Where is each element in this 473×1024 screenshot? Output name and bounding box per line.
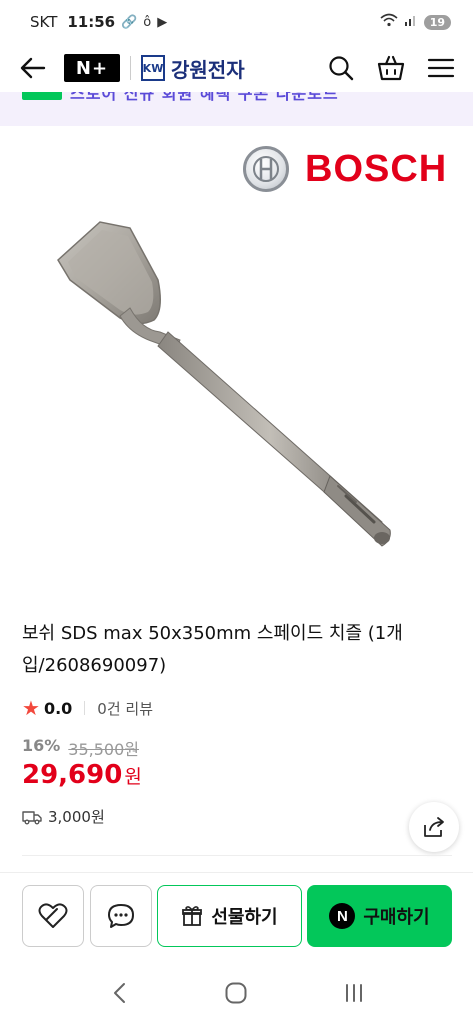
- store-logo: KW: [141, 55, 165, 81]
- signal-icon: [404, 13, 418, 31]
- product-image[interactable]: [30, 200, 430, 580]
- link-icon: 🔗: [121, 14, 138, 30]
- original-price-row: 16% 35,500원: [22, 736, 139, 760]
- home-circle-icon: [225, 982, 247, 1004]
- talk-talk-button[interactable]: [90, 885, 152, 947]
- wifi-icon: [380, 13, 398, 31]
- buy-label: 구매하기: [363, 907, 430, 928]
- nav-back-button[interactable]: [99, 973, 139, 1013]
- promo-badge: [22, 92, 62, 100]
- search-icon: [329, 56, 354, 81]
- product-title: 보쉬 SDS max 50x350mm 스페이드 치즐 (1개입/2608690…: [22, 623, 403, 676]
- section-divider: [22, 855, 452, 856]
- sale-price: 29,690: [22, 760, 123, 790]
- chat-bubble-icon: [108, 904, 134, 928]
- share-button[interactable]: [409, 802, 459, 852]
- shopping-bag-icon: [377, 55, 405, 81]
- brand-logo: BOSCH: [243, 146, 447, 192]
- store-name[interactable]: 강원전자: [171, 54, 245, 83]
- promo-banner[interactable]: 스토어 신규 회원 혜택 쿠폰 다운로드: [0, 92, 473, 126]
- promo-text: 스토어 신규 회원 혜택 쿠폰 다운로드: [70, 92, 339, 103]
- review-count[interactable]: 0건 리뷰: [97, 698, 153, 719]
- gift-label: 선물하기: [211, 907, 278, 928]
- rating-value: 0.0: [43, 698, 73, 718]
- nav-recents-button[interactable]: [334, 973, 374, 1013]
- discount-rate: 16%: [22, 736, 61, 755]
- arrow-left-icon: [20, 57, 46, 79]
- truck-icon: [22, 810, 42, 824]
- search-button[interactable]: [327, 54, 355, 82]
- app-header: N+ KW 강원전자: [0, 44, 473, 92]
- shipping-fee: 3,000원: [48, 808, 105, 826]
- chevron-left-icon: [113, 983, 125, 1003]
- notification-icon: ô: [143, 14, 152, 30]
- naver-pay-icon: N: [329, 903, 356, 929]
- brand-name: BOSCH: [305, 147, 448, 190]
- back-button[interactable]: [18, 53, 48, 83]
- hamburger-icon: [427, 58, 455, 78]
- shipping-row: 3,000원: [22, 806, 105, 827]
- purchase-action-bar: 선물하기 N 구매하기: [0, 872, 473, 962]
- battery-indicator: 19: [423, 14, 451, 30]
- wishlist-button[interactable]: [22, 885, 84, 947]
- recents-icon: [346, 984, 363, 1002]
- gift-icon: [182, 906, 203, 926]
- currency-unit: 원: [124, 766, 142, 788]
- share-icon: [424, 817, 444, 837]
- gift-button[interactable]: 선물하기: [157, 885, 302, 947]
- clock: 11:56: [67, 13, 116, 31]
- star-icon: ★: [22, 696, 40, 720]
- youtube-icon: ▶: [157, 14, 168, 30]
- cart-button[interactable]: [377, 54, 405, 82]
- header-divider: [130, 56, 131, 80]
- naver-plus-logo[interactable]: N+: [64, 54, 120, 82]
- nav-home-button[interactable]: [216, 973, 256, 1013]
- original-price: 35,500원: [68, 740, 140, 759]
- bosch-armature-icon: [243, 146, 289, 192]
- menu-button[interactable]: [427, 54, 455, 82]
- heart-icon: [38, 903, 68, 928]
- status-bar: SKT 11:56 🔗 ô ▶ 19: [0, 0, 473, 44]
- rating-row[interactable]: ★ 0.0 0건 리뷰: [22, 696, 153, 720]
- buy-button[interactable]: N 구매하기: [307, 885, 452, 947]
- sale-price-row: 29,690 원: [22, 760, 142, 790]
- rating-divider: [84, 701, 86, 715]
- system-nav-bar: [0, 962, 473, 1024]
- carrier-label: SKT: [30, 13, 58, 31]
